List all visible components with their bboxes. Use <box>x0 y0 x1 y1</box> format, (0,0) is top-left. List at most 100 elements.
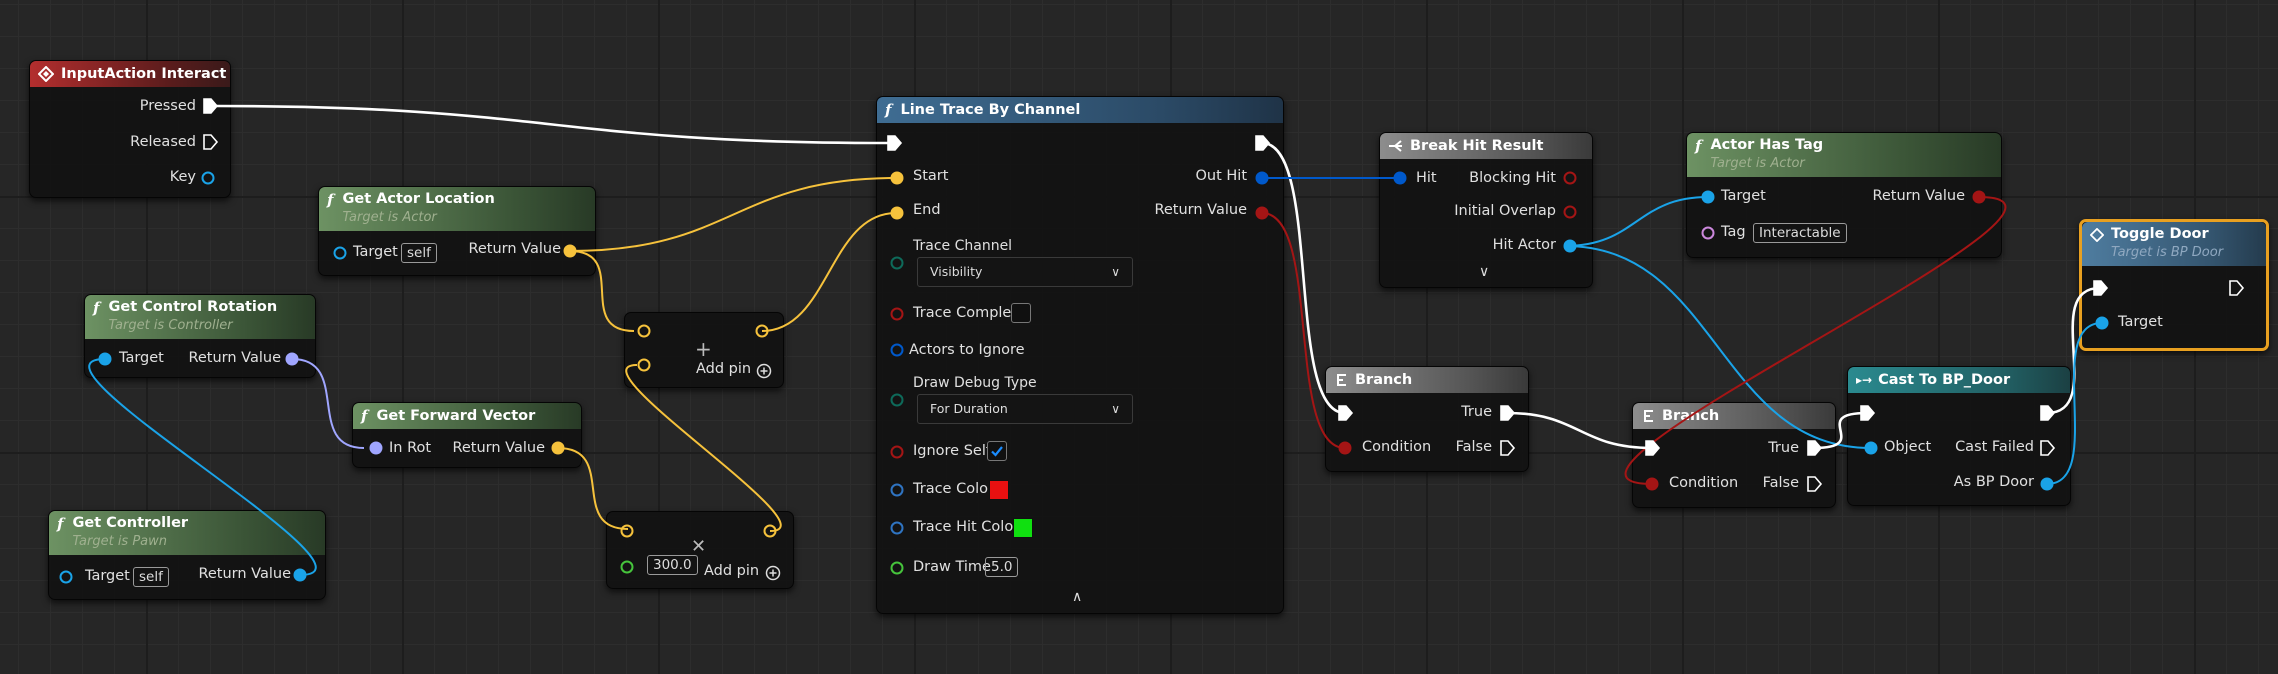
node-break-hit-result[interactable]: Break Hit Result Hit Blocking Hit Initia… <box>1379 132 1593 288</box>
node-title: Get Forward Vector <box>376 408 536 424</box>
draw-time-field[interactable]: 5.0 <box>985 557 1019 577</box>
pin-label-target: Target <box>1721 188 1766 204</box>
pin-label-pressed: Pressed <box>139 98 196 114</box>
add-pin-label[interactable]: Add pin <box>696 361 751 377</box>
trace-channel-dropdown[interactable]: Visibility ∨ <box>917 257 1133 287</box>
pin-label-draw-time: Draw Time <box>913 559 991 575</box>
trace-color-swatch[interactable] <box>989 480 1009 500</box>
function-icon: f <box>93 299 100 317</box>
pin-label-return-value: Return Value <box>452 440 545 456</box>
multiply-constant-field[interactable]: 300.0 <box>647 555 698 575</box>
node-title: InputAction Interact <box>61 66 227 82</box>
pin-label-cast-failed: Cast Failed <box>1955 439 2034 455</box>
branch-icon <box>1644 410 1653 422</box>
pin-label-tag: Tag <box>1721 224 1746 240</box>
collapse-arrow-icon[interactable]: ∧ <box>1072 589 1082 605</box>
node-branch-1[interactable]: Branch Condition True False <box>1325 366 1529 472</box>
node-actor-has-tag[interactable]: f Actor Has Tag Target is Actor Target Re… <box>1686 132 2002 258</box>
node-header: ▸→ Cast To BP_Door <box>1848 367 2070 393</box>
function-icon: f <box>57 515 64 533</box>
trace-channel-value: Visibility <box>930 264 983 279</box>
cast-arrow-icon: ▸→ <box>1856 373 1873 387</box>
node-title: Get Controller <box>72 515 189 531</box>
node-get-controller[interactable]: f Get Controller Target is Pawn Target se… <box>48 510 326 600</box>
node-title: Actor Has Tag <box>1710 137 1824 153</box>
add-pin-icon[interactable] <box>756 363 772 379</box>
expand-arrow-icon[interactable]: ∨ <box>1479 264 1489 280</box>
pin-label-false: False <box>1455 439 1492 455</box>
pin-label-target: Target <box>119 350 164 366</box>
pin-label-false: False <box>1762 475 1799 491</box>
node-line-trace-by-channel[interactable]: f Line Trace By Channel Start End Out Hi… <box>876 96 1284 614</box>
node-header: f Actor Has Tag Target is Actor <box>1687 133 2001 177</box>
chevron-down-icon: ∨ <box>1111 265 1120 279</box>
node-subtitle: Target is Actor <box>1710 156 1805 171</box>
wire-exec <box>216 104 889 145</box>
node-header: InputAction Interact <box>30 61 230 87</box>
draw-debug-type-dropdown[interactable]: For Duration ∨ <box>917 394 1133 424</box>
node-header: Branch <box>1633 403 1835 429</box>
target-self-field[interactable]: self <box>133 567 169 587</box>
node-header: f Get Control Rotation Target is Controll… <box>85 295 315 339</box>
pin-label-hit-actor: Hit Actor <box>1492 237 1556 253</box>
node-title: Toggle Door <box>2111 226 2209 242</box>
node-get-actor-location[interactable]: f Get Actor Location Target is Actor Targ… <box>318 186 596 276</box>
pin-label-end: End <box>913 202 941 218</box>
node-title: Get Control Rotation <box>108 299 278 315</box>
pin-label-target: Target <box>353 244 398 260</box>
node-add-vector[interactable]: + Add pin <box>624 312 784 388</box>
node-subtitle: Target is Pawn <box>72 534 168 549</box>
pin-label-condition: Condition <box>1669 475 1739 491</box>
function-icon: f <box>361 407 368 425</box>
pin-label-return-value: Return Value <box>198 566 291 582</box>
pin-label-target: Target <box>85 568 130 584</box>
pin-label-trace-hit-color: Trace Hit Color <box>913 519 1020 535</box>
node-header: Break Hit Result <box>1380 133 1592 159</box>
node-subtitle: Target is Controller <box>108 318 233 333</box>
node-toggle-door[interactable]: Toggle Door Target is BP Door Target <box>2079 219 2269 351</box>
pin-label-true: True <box>1461 404 1492 420</box>
function-icon: f <box>327 191 334 209</box>
node-header: f Line Trace By Channel <box>877 97 1283 123</box>
node-get-control-rotation[interactable]: f Get Control Rotation Target is Controll… <box>84 294 316 378</box>
pin-label-trace-color: Trace Color <box>913 481 994 497</box>
function-icon: f <box>885 101 892 119</box>
branch-icon <box>1337 374 1346 386</box>
tag-value-field[interactable]: Interactable <box>1753 223 1847 243</box>
node-get-forward-vector[interactable]: f Get Forward Vector In Rot Return Value <box>352 402 582 468</box>
pin-label-out-hit: Out Hit <box>1195 168 1247 184</box>
node-title: Branch <box>1355 372 1413 388</box>
trace-hit-color-swatch[interactable] <box>1013 518 1033 538</box>
node-inputaction-interact[interactable]: InputAction Interact Pressed Released Ke… <box>29 60 231 198</box>
node-header: f Get Forward Vector <box>353 403 581 429</box>
ignore-self-checkbox[interactable] <box>987 441 1007 461</box>
pin-label-return-value: Return Value <box>1872 188 1965 204</box>
pin-label-released: Released <box>130 134 196 150</box>
pin-label-actors-to-ignore: Actors to Ignore <box>909 342 1025 358</box>
add-pin-icon[interactable] <box>765 565 781 581</box>
break-struct-icon <box>1389 140 1402 152</box>
node-header: f Get Controller Target is Pawn <box>49 511 325 555</box>
node-multiply-vector[interactable]: ✕ 300.0 Add pin <box>606 511 794 589</box>
trace-complex-checkbox[interactable] <box>1011 303 1031 323</box>
node-title: Cast To BP_Door <box>1878 372 2011 388</box>
wire-vector <box>625 364 782 532</box>
pin-label-true: True <box>1768 440 1799 456</box>
pin-label-return-value: Return Value <box>188 350 281 366</box>
node-title: Break Hit Result <box>1410 138 1544 154</box>
node-subtitle: Target is BP Door <box>2111 245 2224 260</box>
target-self-field[interactable]: self <box>401 243 437 263</box>
node-title: Branch <box>1662 408 1720 424</box>
node-header: f Get Actor Location Target is Actor <box>319 187 595 231</box>
pin-label-start: Start <box>913 168 949 184</box>
node-branch-2[interactable]: Branch Condition True False <box>1632 402 1836 508</box>
node-cast-to-bp-door[interactable]: ▸→ Cast To BP_Door Object Cast Failed As… <box>1847 366 2071 506</box>
pin-label-object: Object <box>1884 439 1932 455</box>
add-pin-label[interactable]: Add pin <box>704 563 759 579</box>
pin-label-return-value: Return Value <box>1154 202 1247 218</box>
node-title: Get Actor Location <box>342 191 495 207</box>
pin-label-ignore-self: Ignore Self <box>913 443 991 459</box>
pin-label-trace-channel: Trace Channel <box>913 238 1013 254</box>
pin-label-draw-debug-type: Draw Debug Type <box>913 375 1037 391</box>
function-icon: f <box>1695 137 1702 155</box>
